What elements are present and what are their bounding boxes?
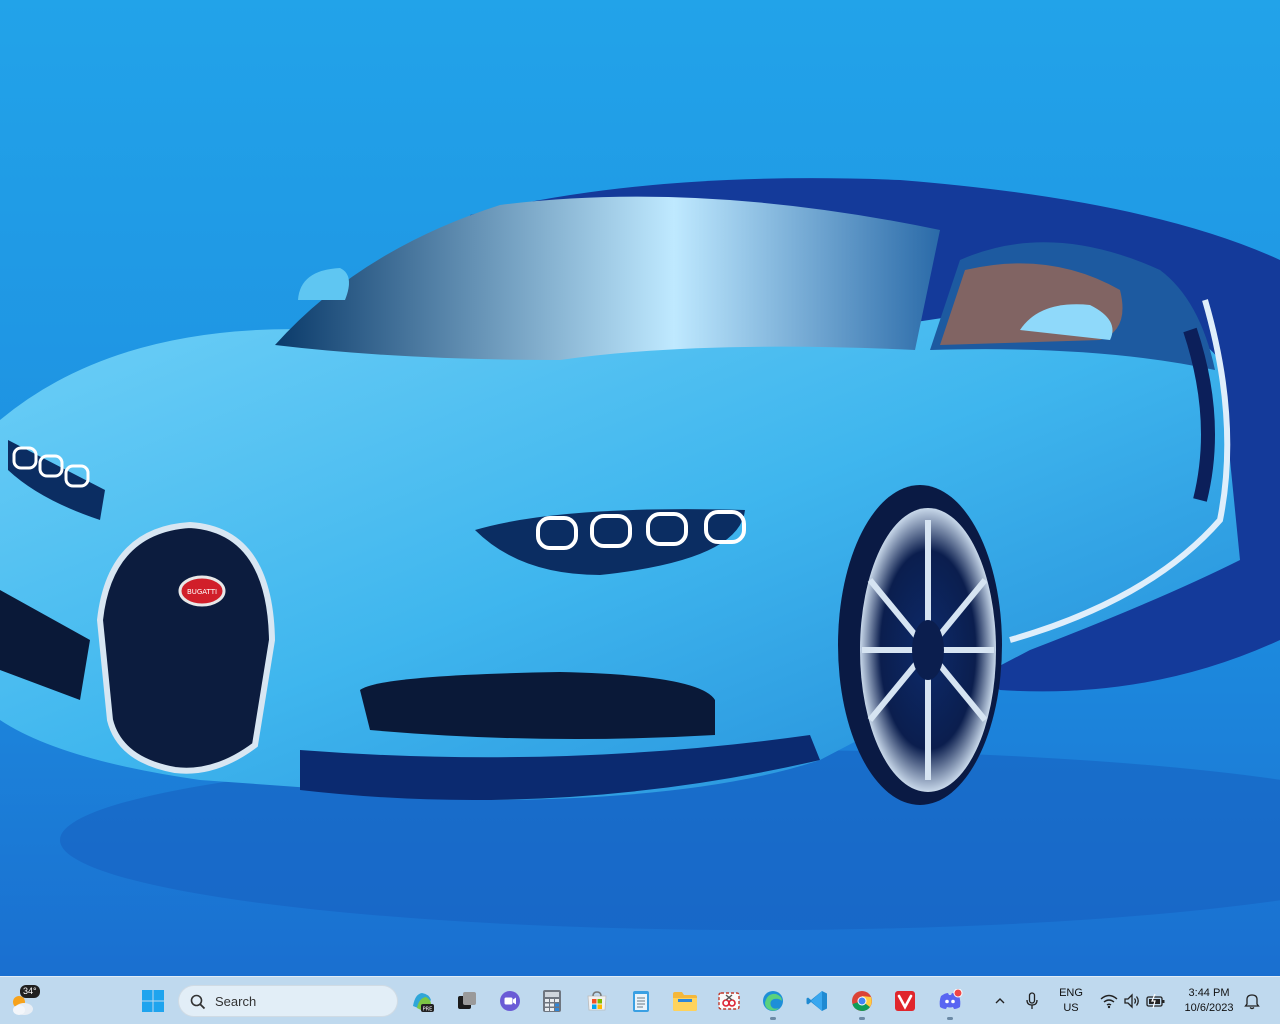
search-box[interactable]: Search [178, 985, 398, 1017]
search-label: Search [215, 994, 257, 1009]
svg-text:PRE: PRE [423, 1007, 433, 1013]
discord-icon [939, 989, 963, 1009]
weather-widget[interactable]: 34° [6, 983, 46, 1019]
bell-icon [1244, 994, 1260, 1010]
calculator-icon [543, 990, 561, 1012]
clock-date: 10/6/2023 [1184, 1002, 1234, 1014]
windows-start-icon [142, 990, 164, 1012]
clock[interactable]: 3:44 PM 10/6/2023 [1172, 986, 1246, 1016]
language-region: US [1063, 1002, 1079, 1014]
teams-icon [500, 991, 520, 1011]
language-indicator[interactable]: ENG US [1052, 986, 1090, 1016]
vscode-button[interactable] [797, 981, 837, 1021]
chevron-up-icon [995, 998, 1005, 1004]
calculator-button[interactable] [532, 981, 572, 1021]
notepad-button[interactable] [621, 981, 661, 1021]
bugatti-badge-text: BUGATTI [187, 588, 217, 596]
clock-time: 3:44 PM [1188, 987, 1230, 999]
edge-running-indicator [770, 1017, 776, 1020]
battery-icon [1146, 993, 1165, 1009]
discord-running-indicator [947, 1017, 953, 1020]
notepad-icon [633, 991, 649, 1012]
store-button[interactable] [577, 981, 617, 1021]
store-icon [587, 991, 607, 1011]
chrome-running-indicator [859, 1017, 865, 1020]
language-code: ENG [1059, 987, 1083, 999]
vivaldi-button[interactable] [885, 981, 925, 1021]
edge-icon [763, 991, 783, 1011]
snipping-tool-button[interactable] [709, 981, 749, 1021]
vivaldi-icon [895, 991, 915, 1011]
discord-button[interactable] [930, 981, 970, 1021]
desktop[interactable]: BUGATTI [0, 0, 1280, 976]
teams-button[interactable] [490, 981, 530, 1021]
vscode-icon [806, 991, 827, 1011]
snipping-tool-icon [718, 992, 740, 1010]
task-view-icon [458, 992, 476, 1009]
folder-icon [673, 992, 697, 1011]
wifi-icon [1100, 994, 1118, 1009]
search-icon [190, 994, 206, 1010]
task-view-button[interactable] [447, 981, 487, 1021]
show-hidden-icons-button[interactable] [988, 981, 1012, 1021]
copilot-button[interactable]: PRE [402, 981, 442, 1021]
copilot-icon: PRE [413, 993, 434, 1013]
weather-temperature: 34° [20, 985, 40, 998]
wallpaper: BUGATTI [0, 0, 1280, 976]
start-button[interactable] [133, 981, 173, 1021]
notifications-button[interactable] [1240, 981, 1264, 1021]
quick-settings-button[interactable] [1096, 985, 1168, 1017]
edge-button[interactable] [753, 981, 793, 1021]
file-explorer-button[interactable] [665, 981, 705, 1021]
chrome-button[interactable] [842, 981, 882, 1021]
chrome-icon [852, 991, 872, 1011]
microphone-button[interactable] [1020, 981, 1044, 1021]
volume-icon [1124, 993, 1139, 1009]
microphone-icon [1026, 992, 1038, 1009]
taskbar: 34° Search PRE ENG US 3:44 PM 10/6/2023 [0, 976, 1280, 1024]
